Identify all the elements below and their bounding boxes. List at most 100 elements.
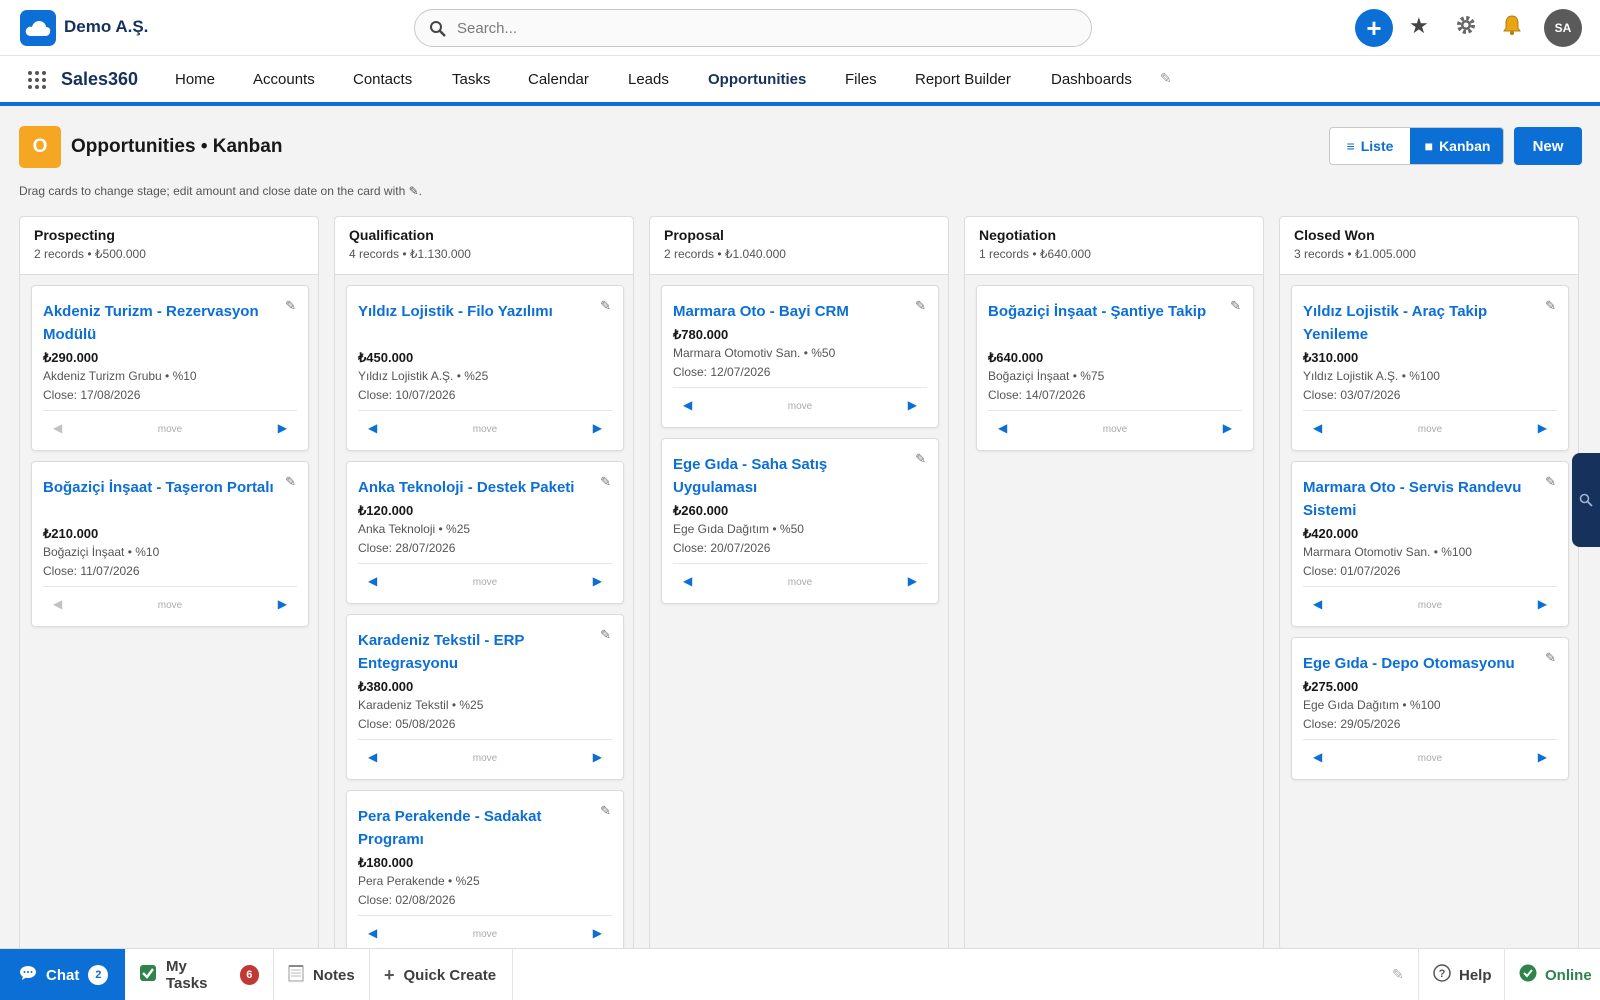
nav-item-tasks[interactable]: Tasks bbox=[452, 71, 490, 88]
gear-icon[interactable] bbox=[1455, 14, 1477, 41]
utility-online-status[interactable]: Online bbox=[1504, 949, 1600, 1000]
opportunity-name-link[interactable]: Akdeniz Turizm - Rezervasyon Modülü bbox=[43, 300, 281, 346]
move-right-arrow-icon[interactable]: ▶ bbox=[593, 421, 602, 435]
card-move-controls: ◀ move ▶ bbox=[1303, 739, 1557, 775]
opportunity-name-link[interactable]: Ege Gıda - Depo Otomasyonu bbox=[1303, 652, 1541, 675]
edit-card-pencil-icon[interactable]: ✎ bbox=[915, 451, 926, 467]
move-label: move bbox=[787, 577, 813, 588]
chat-label: Chat bbox=[46, 966, 80, 984]
utility-quick-create[interactable]: + Quick Create bbox=[370, 949, 513, 1000]
global-add-button[interactable]: + bbox=[1355, 9, 1393, 47]
opportunity-name-link[interactable]: Marmara Oto - Servis Randevu Sistemi bbox=[1303, 476, 1541, 522]
user-avatar[interactable]: SA bbox=[1544, 9, 1582, 47]
move-label: move bbox=[472, 753, 498, 764]
global-search[interactable] bbox=[414, 9, 1092, 47]
opportunity-name-link[interactable]: Ege Gıda - Saha Satış Uygulaması bbox=[673, 453, 911, 499]
edit-card-pencil-icon[interactable]: ✎ bbox=[600, 474, 611, 490]
opportunity-name-link[interactable]: Boğaziçi İnşaat - Şantiye Takip bbox=[988, 300, 1226, 323]
stage-column-header: Prospecting 2 records • ₺500.000 bbox=[20, 217, 318, 275]
opportunity-close-date: Close: 01/07/2026 bbox=[1303, 564, 1401, 578]
side-panel-handle[interactable] bbox=[1572, 453, 1600, 547]
opportunity-amount: ₺260.000 bbox=[673, 503, 729, 518]
opportunity-card[interactable]: Boğaziçi İnşaat - Taşeron Portalı ✎ ₺210.0… bbox=[31, 461, 309, 627]
stage-column: Prospecting 2 records • ₺500.000 Akdeniz T… bbox=[19, 216, 319, 950]
edit-card-pencil-icon[interactable]: ✎ bbox=[600, 803, 611, 819]
utility-my-tasks[interactable]: My Tasks 6 bbox=[125, 949, 274, 1000]
help-circle-icon: ? bbox=[1433, 964, 1451, 986]
nav-item-opportunities[interactable]: Opportunities bbox=[708, 71, 806, 88]
nav-item-files[interactable]: Files bbox=[845, 71, 877, 88]
edit-utility-pencil-icon[interactable]: ✎ bbox=[1392, 966, 1404, 983]
opportunity-card[interactable]: Karadeniz Tekstil - ERP Entegrasyonu ✎ ₺38… bbox=[346, 614, 624, 780]
utility-help[interactable]: ? Help bbox=[1418, 949, 1504, 1000]
utility-chat[interactable]: Chat 2 bbox=[0, 949, 125, 1000]
move-right-arrow-icon[interactable]: ▶ bbox=[278, 597, 287, 611]
opportunity-name-link[interactable]: Pera Perakende - Sadakat Programı bbox=[358, 805, 596, 851]
nav-item-accounts[interactable]: Accounts bbox=[253, 71, 315, 88]
edit-card-pencil-icon[interactable]: ✎ bbox=[1545, 298, 1556, 314]
opportunity-close-date: Close: 02/08/2026 bbox=[358, 893, 456, 907]
app-nav-bar: Sales360 Home Accounts Contacts Tasks Ca… bbox=[0, 56, 1600, 106]
opportunity-close-date: Close: 10/07/2026 bbox=[358, 388, 456, 402]
edit-card-pencil-icon[interactable]: ✎ bbox=[915, 298, 926, 314]
opportunity-name-link[interactable]: Marmara Oto - Bayi CRM bbox=[673, 300, 911, 323]
nav-item-dashboards[interactable]: Dashboards bbox=[1051, 71, 1132, 88]
move-right-arrow-icon[interactable]: ▶ bbox=[1538, 750, 1547, 764]
opportunity-amount: ₺275.000 bbox=[1303, 679, 1359, 694]
opportunity-card[interactable]: Marmara Oto - Servis Randevu Sistemi ✎ ₺42… bbox=[1291, 461, 1569, 627]
cloud-logo-icon[interactable] bbox=[20, 10, 56, 46]
nav-item-home[interactable]: Home bbox=[175, 71, 215, 88]
search-input[interactable] bbox=[457, 17, 1067, 39]
opportunity-name-link[interactable]: Yıldız Lojistik - Filo Yazılımı bbox=[358, 300, 596, 323]
list-view-button[interactable]: ≡ Liste bbox=[1330, 128, 1410, 164]
opportunity-card[interactable]: Anka Teknoloji - Destek Paketi ✎ ₺120.000 A… bbox=[346, 461, 624, 604]
nav-item-calendar[interactable]: Calendar bbox=[528, 71, 589, 88]
kanban-view-button[interactable]: ■ Kanban bbox=[1410, 128, 1503, 164]
opportunity-name-link[interactable]: Yıldız Lojistik - Araç Takip Yenileme bbox=[1303, 300, 1541, 346]
move-right-arrow-icon[interactable]: ▶ bbox=[278, 421, 287, 435]
opportunity-name-link[interactable]: Boğaziçi İnşaat - Taşeron Portalı bbox=[43, 476, 281, 499]
edit-nav-pencil-icon[interactable]: ✎ bbox=[1160, 70, 1172, 87]
org-name[interactable]: Demo A.Ş. bbox=[64, 17, 148, 37]
favorites-star-icon[interactable]: ★ bbox=[1409, 13, 1429, 39]
nav-item-report-builder[interactable]: Report Builder bbox=[915, 71, 1011, 88]
move-right-arrow-icon[interactable]: ▶ bbox=[1538, 421, 1547, 435]
new-opportunity-button[interactable]: New bbox=[1514, 127, 1582, 165]
move-right-arrow-icon[interactable]: ▶ bbox=[1538, 597, 1547, 611]
opportunity-card[interactable]: Yıldız Lojistik - Filo Yazılımı ✎ ₺450.000… bbox=[346, 285, 624, 451]
move-right-arrow-icon[interactable]: ▶ bbox=[593, 926, 602, 940]
opportunity-name-link[interactable]: Anka Teknoloji - Destek Paketi bbox=[358, 476, 596, 499]
opportunity-account-probability: Karadeniz Tekstil • %25 bbox=[358, 698, 484, 712]
edit-card-pencil-icon[interactable]: ✎ bbox=[1545, 474, 1556, 490]
opportunity-card[interactable]: Boğaziçi İnşaat - Şantiye Takip ✎ ₺640.000… bbox=[976, 285, 1254, 451]
edit-card-pencil-icon[interactable]: ✎ bbox=[1545, 650, 1556, 666]
edit-card-pencil-icon[interactable]: ✎ bbox=[285, 474, 296, 490]
kanban-view-label: Kanban bbox=[1439, 138, 1491, 154]
edit-card-pencil-icon[interactable]: ✎ bbox=[1230, 298, 1241, 314]
app-launcher-icon[interactable] bbox=[28, 71, 46, 89]
edit-card-pencil-icon[interactable]: ✎ bbox=[600, 627, 611, 643]
notifications-bell-icon[interactable] bbox=[1501, 14, 1523, 41]
opportunity-close-date: Close: 05/08/2026 bbox=[358, 717, 456, 731]
opportunity-name-link[interactable]: Karadeniz Tekstil - ERP Entegrasyonu bbox=[358, 629, 596, 675]
edit-card-pencil-icon[interactable]: ✎ bbox=[600, 298, 611, 314]
edit-card-pencil-icon[interactable]: ✎ bbox=[285, 298, 296, 314]
nav-item-contacts[interactable]: Contacts bbox=[353, 71, 412, 88]
opportunity-card[interactable]: Ege Gıda - Saha Satış Uygulaması ✎ ₺260.00… bbox=[661, 438, 939, 604]
nav-item-leads[interactable]: Leads bbox=[628, 71, 669, 88]
move-right-arrow-icon[interactable]: ▶ bbox=[908, 398, 917, 412]
opportunity-card[interactable]: Marmara Oto - Bayi CRM ✎ ₺780.000 Marmara O… bbox=[661, 285, 939, 428]
online-check-icon bbox=[1519, 964, 1537, 986]
move-right-arrow-icon[interactable]: ▶ bbox=[908, 574, 917, 588]
move-right-arrow-icon[interactable]: ▶ bbox=[593, 750, 602, 764]
opportunity-card[interactable]: Pera Perakende - Sadakat Programı ✎ ₺180.0… bbox=[346, 790, 624, 956]
move-right-arrow-icon[interactable]: ▶ bbox=[1223, 421, 1232, 435]
app-name: Sales360 bbox=[61, 69, 139, 89]
opportunity-card[interactable]: Akdeniz Turizm - Rezervasyon Modülü ✎ ₺290… bbox=[31, 285, 309, 451]
stage-summary: 2 records • ₺500.000 bbox=[34, 247, 146, 261]
move-right-arrow-icon[interactable]: ▶ bbox=[593, 574, 602, 588]
opportunity-card[interactable]: Yıldız Lojistik - Araç Takip Yenileme ✎ ₺3… bbox=[1291, 285, 1569, 451]
opportunity-account-probability: Anka Teknoloji • %25 bbox=[358, 522, 471, 536]
opportunity-card[interactable]: Ege Gıda - Depo Otomasyonu ✎ ₺275.000 Ege G… bbox=[1291, 637, 1569, 780]
utility-notes[interactable]: Notes bbox=[274, 949, 370, 1000]
